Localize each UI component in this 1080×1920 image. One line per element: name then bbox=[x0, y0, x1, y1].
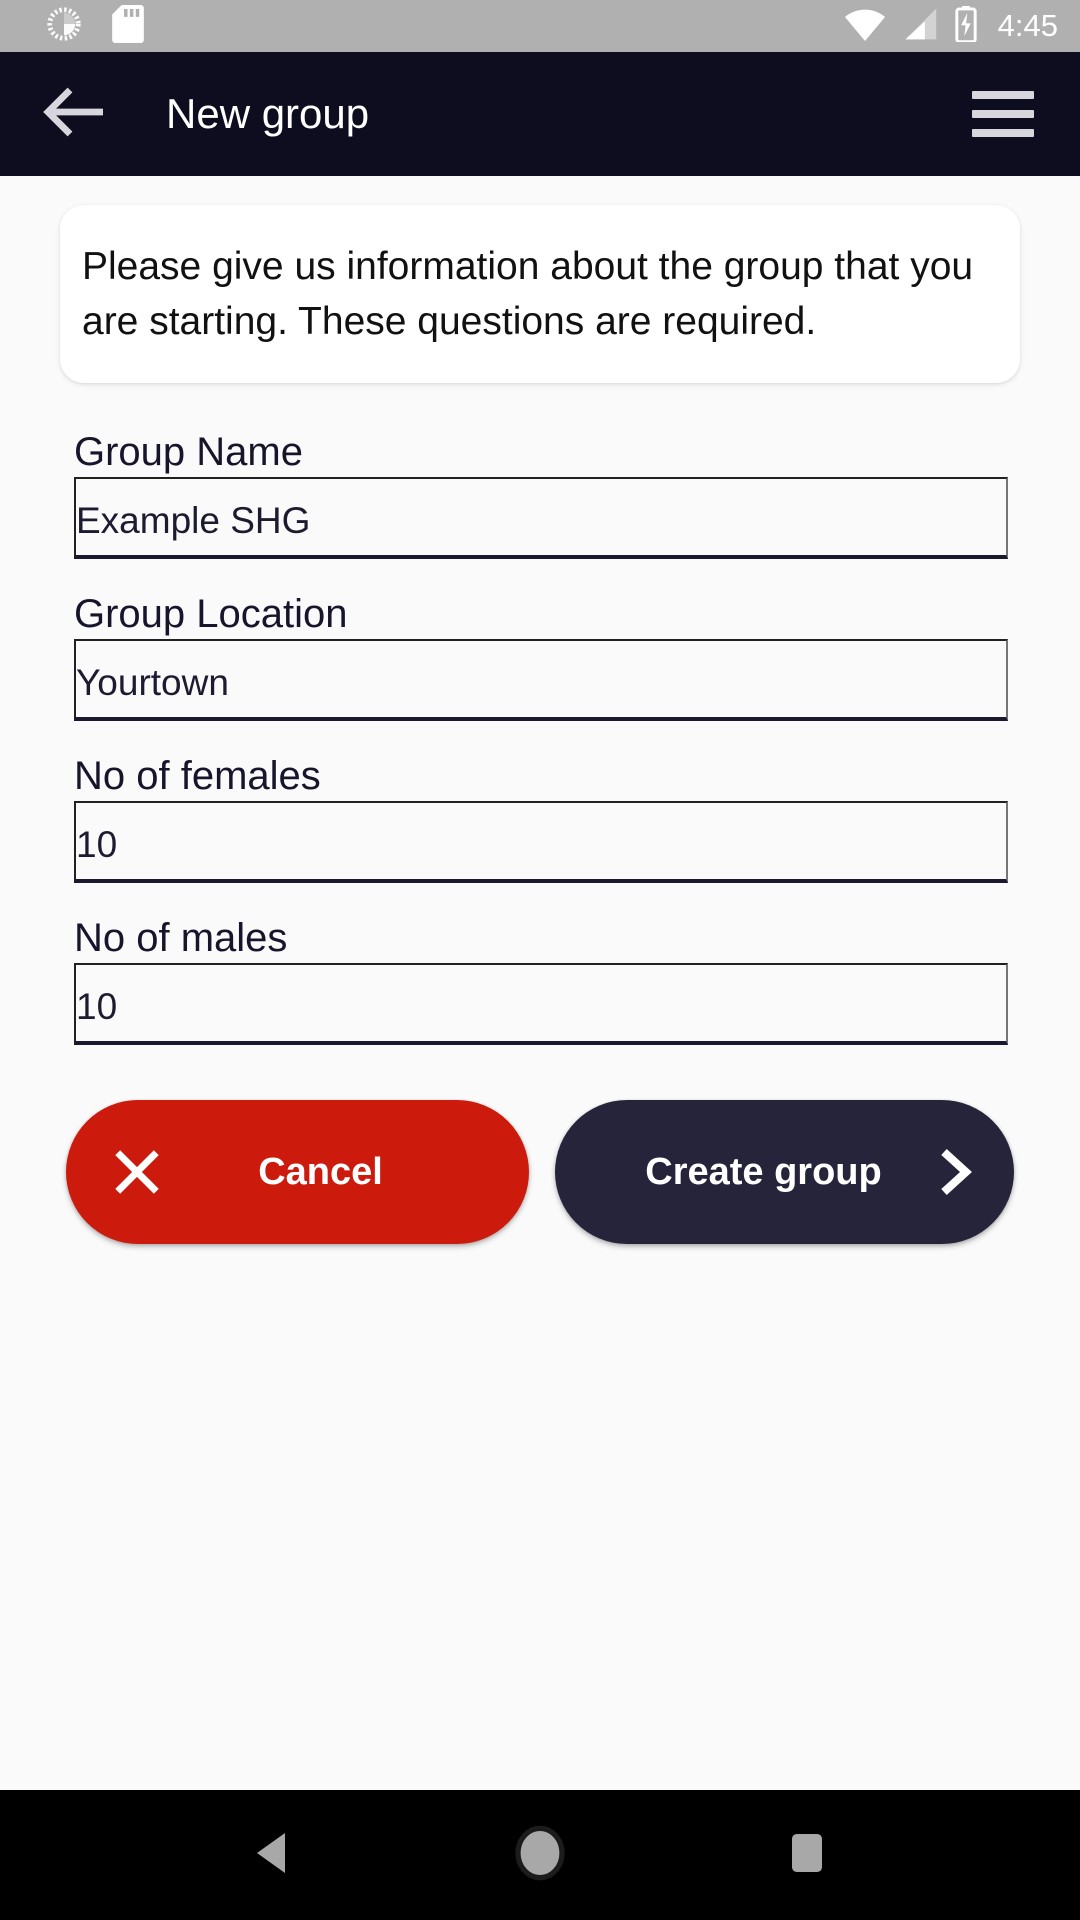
field-no-of-males: No of males bbox=[74, 913, 1008, 1045]
input-group-name[interactable] bbox=[74, 477, 1008, 559]
info-card: Please give us information about the gro… bbox=[60, 205, 1020, 383]
create-group-button[interactable]: Create group bbox=[555, 1100, 1014, 1244]
app-bar: New group bbox=[0, 52, 1080, 176]
input-no-of-males[interactable] bbox=[74, 963, 1008, 1045]
field-no-of-females: No of females bbox=[74, 751, 1008, 883]
field-group-location: Group Location bbox=[74, 589, 1008, 721]
battery-charging-icon bbox=[954, 5, 978, 47]
system-navigation-bar bbox=[0, 1790, 1080, 1920]
status-bar: 4:45 bbox=[0, 0, 1080, 52]
input-group-location[interactable] bbox=[74, 639, 1008, 721]
new-group-form: Group Name Group Location No of females … bbox=[74, 383, 1008, 1045]
phone-screen: 4:45 New group Please give us informatio… bbox=[0, 0, 1080, 1920]
cell-signal-icon bbox=[900, 7, 940, 46]
status-bar-clock: 4:45 bbox=[997, 8, 1058, 43]
hamburger-menu-icon-bar-3 bbox=[972, 129, 1034, 137]
arrow-left-icon bbox=[43, 86, 107, 143]
status-bar-left-icons bbox=[46, 4, 844, 48]
hamburger-menu-icon-bar-2 bbox=[972, 110, 1034, 118]
form-action-buttons: Cancel Create group bbox=[66, 1100, 1014, 1244]
page-title: New group bbox=[166, 90, 370, 137]
label-no-of-males: No of males bbox=[74, 916, 288, 960]
nav-home-button[interactable] bbox=[485, 1800, 595, 1910]
label-group-location: Group Location bbox=[74, 592, 348, 636]
create-group-button-label: Create group bbox=[645, 1151, 882, 1193]
sd-card-icon bbox=[112, 4, 144, 48]
wifi-icon bbox=[844, 7, 886, 46]
cancel-button-label: Cancel bbox=[258, 1150, 383, 1193]
sync-spinner-icon bbox=[46, 6, 82, 47]
status-bar-right-icons: 4:45 bbox=[844, 5, 1058, 47]
circle-home-icon bbox=[514, 1825, 566, 1886]
chevron-right-icon bbox=[932, 1146, 978, 1198]
label-no-of-females: No of females bbox=[74, 754, 321, 798]
hamburger-menu-button[interactable] bbox=[968, 79, 1038, 149]
cancel-button[interactable]: Cancel bbox=[66, 1100, 529, 1244]
info-card-text: Please give us information about the gro… bbox=[82, 245, 974, 343]
main-content: Please give us information about the gro… bbox=[0, 176, 1080, 1790]
input-no-of-females[interactable] bbox=[74, 801, 1008, 883]
close-x-icon bbox=[110, 1145, 164, 1199]
nav-back-button[interactable] bbox=[218, 1800, 328, 1910]
nav-recents-button[interactable] bbox=[752, 1800, 862, 1910]
back-button[interactable] bbox=[36, 75, 114, 153]
label-group-name: Group Name bbox=[74, 430, 303, 474]
hamburger-menu-icon-bar-1 bbox=[972, 91, 1034, 99]
field-group-name: Group Name bbox=[74, 427, 1008, 559]
triangle-back-icon bbox=[251, 1830, 295, 1881]
square-recents-icon bbox=[789, 1831, 825, 1880]
